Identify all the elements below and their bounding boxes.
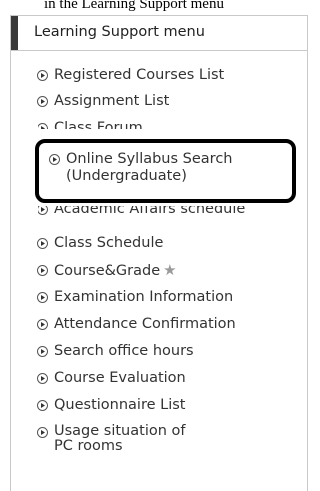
menu-item-label: Class Forum xyxy=(54,120,143,129)
circle-arrow-icon xyxy=(37,292,48,303)
menu-item-examination-info[interactable]: Examination Information xyxy=(37,289,234,305)
circle-arrow-icon xyxy=(38,206,48,215)
menu-item-label: Class Schedule xyxy=(54,235,164,251)
menu-item-academic-affairs[interactable]: Academic Affairs schedule xyxy=(38,206,245,218)
circle-arrow-icon xyxy=(37,319,48,330)
menu-item-questionnaire[interactable]: Questionnaire List xyxy=(37,397,186,413)
menu-item-label: Attendance Confirmation xyxy=(54,316,236,332)
menu-item-course-grade[interactable]: Course&Grade ★ xyxy=(37,261,177,279)
menu-item-assignment-list[interactable]: Assignment List xyxy=(37,93,170,109)
menu-item-label: Course&Grade xyxy=(54,263,161,279)
circle-arrow-icon xyxy=(37,238,48,249)
menu-item-office-hours[interactable]: Search office hours xyxy=(37,343,194,359)
menu-item-label: Usage situation of xyxy=(54,423,186,439)
circle-arrow-icon xyxy=(37,400,48,411)
menu-item-pc-rooms[interactable]: Usage situation of PC rooms xyxy=(37,423,186,454)
menu-item-label: Questionnaire List xyxy=(54,397,186,413)
page-caption: in the Learning Support menu xyxy=(44,0,224,12)
menu-item-label-line2: (Undergraduate) xyxy=(66,168,187,184)
menu-item-label: Online Syllabus Search xyxy=(66,151,233,167)
menu-item-attendance[interactable]: Attendance Confirmation xyxy=(37,316,236,332)
menu-item-syllabus-search[interactable]: Online Syllabus Search (Undergraduate) xyxy=(49,151,233,185)
circle-arrow-icon xyxy=(49,154,60,165)
menu-item-label: Academic Affairs schedule xyxy=(54,206,246,217)
menu-item-label: Assignment List xyxy=(54,93,170,109)
menu-item-label: Registered Courses List xyxy=(54,67,225,83)
menu-item-registered-courses[interactable]: Registered Courses List xyxy=(37,67,225,83)
menu-header: Learning Support menu xyxy=(11,16,307,51)
circle-arrow-icon xyxy=(37,96,48,107)
menu-item-course-evaluation[interactable]: Course Evaluation xyxy=(37,370,186,386)
circle-arrow-icon xyxy=(38,123,48,129)
circle-arrow-icon xyxy=(37,265,48,276)
circle-arrow-icon xyxy=(37,346,48,357)
menu-item-label: Search office hours xyxy=(54,343,194,359)
header-accent-bar xyxy=(11,16,18,50)
circle-arrow-icon xyxy=(37,70,48,81)
menu-item-class-schedule[interactable]: Class Schedule xyxy=(37,235,164,251)
star-icon: ★ xyxy=(163,261,177,279)
menu-item-label: Course Evaluation xyxy=(54,370,186,386)
menu-item-class-forum[interactable]: Class Forum xyxy=(38,120,143,129)
circle-arrow-icon xyxy=(37,427,48,438)
menu-item-label-line2: PC rooms xyxy=(54,438,123,454)
menu-item-label: Examination Information xyxy=(54,289,234,305)
learning-support-menu: Learning Support menu xyxy=(10,15,308,491)
menu-title: Learning Support menu xyxy=(34,24,205,40)
circle-arrow-icon xyxy=(37,373,48,384)
